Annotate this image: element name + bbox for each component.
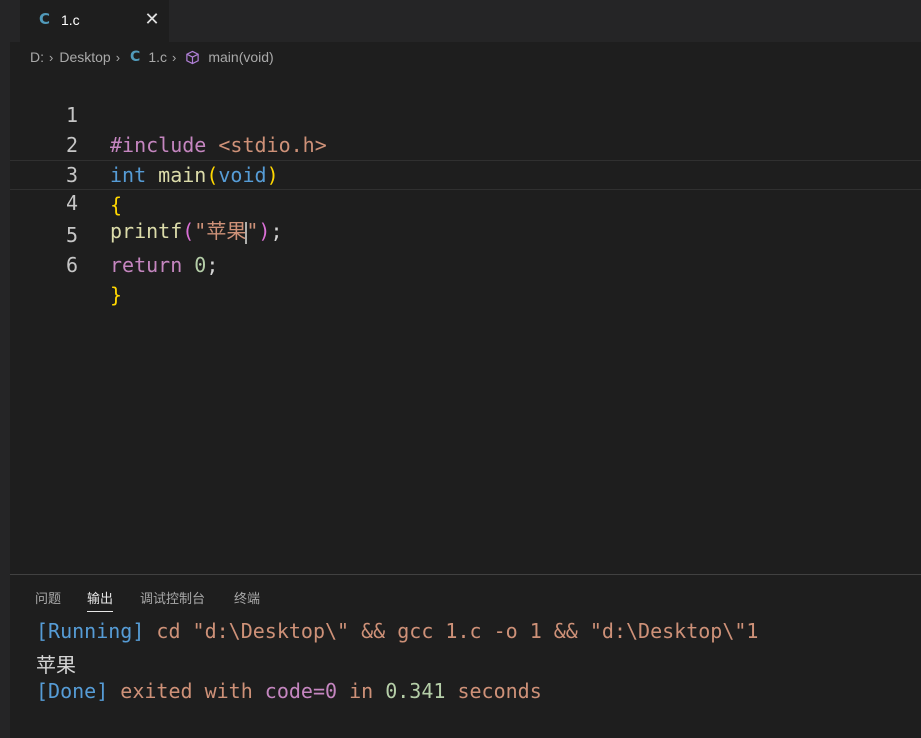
close-icon[interactable]: ✕ bbox=[141, 9, 163, 31]
token-keyword: return bbox=[110, 253, 183, 277]
done-tag: [Done] bbox=[36, 679, 109, 703]
token-number: 0 bbox=[194, 253, 207, 277]
breadcrumb-file[interactable]: 1.c bbox=[148, 49, 167, 65]
code-line[interactable]: 6 } bbox=[10, 220, 921, 307]
code-text[interactable]: return 0; bbox=[110, 250, 218, 280]
code-line[interactable]: 3 { bbox=[10, 130, 921, 217]
code-line[interactable]: 1 #include <stdio.h> bbox=[10, 70, 921, 157]
tab-terminal[interactable]: 终端 bbox=[234, 588, 260, 607]
running-tag: [Running] bbox=[36, 619, 145, 643]
code-editor[interactable]: 1 #include <stdio.h> 2 int main(void) 3 … bbox=[10, 70, 921, 572]
done-text: exited with bbox=[108, 679, 265, 703]
tab-problems[interactable]: 问题 bbox=[35, 588, 61, 607]
c-file-icon: C bbox=[39, 10, 51, 28]
editor-tab-bar: C 1.c ✕ bbox=[10, 0, 921, 42]
breadcrumb-folder[interactable]: Desktop bbox=[59, 49, 110, 65]
done-text: seconds bbox=[445, 679, 542, 703]
exit-code: code=0 bbox=[264, 679, 338, 703]
run-command: cd "d:\Desktop\" && gcc 1.c -o 1 && "d:\… bbox=[144, 619, 759, 643]
output-view[interactable]: [Running] cd "d:\Desktop\" && gcc 1.c -o… bbox=[36, 619, 916, 709]
token-brace: } bbox=[110, 283, 123, 307]
code-line-current[interactable]: 4 printf("苹果"); bbox=[10, 160, 921, 244]
elapsed-time: 0.341 bbox=[385, 679, 446, 703]
token-semicolon: ; bbox=[206, 253, 219, 277]
line-number: 6 bbox=[65, 253, 78, 277]
code-line[interactable]: 2 int main(void) bbox=[10, 100, 921, 187]
chevron-right-icon: › bbox=[115, 49, 121, 65]
output-line-running: [Running] cd "d:\Desktop\" && gcc 1.c -o… bbox=[36, 619, 916, 649]
done-text: in bbox=[337, 679, 386, 703]
c-file-icon: C bbox=[130, 49, 141, 65]
chevron-right-icon: › bbox=[172, 49, 177, 65]
breadcrumb: D: › Desktop › C 1.c › main(void) bbox=[30, 46, 274, 68]
bottom-panel: 问题 输出 调试控制台 终端 [Running] cd "d:\Desktop\… bbox=[10, 574, 921, 738]
chevron-right-icon: › bbox=[49, 49, 54, 65]
output-line-done: [Done] exited with code=0 in 0.341 secon… bbox=[36, 679, 916, 709]
activity-edge bbox=[0, 0, 10, 738]
breadcrumb-drive[interactable]: D: bbox=[30, 49, 44, 65]
code-text[interactable]: } bbox=[110, 280, 122, 310]
tab-output[interactable]: 输出 bbox=[87, 588, 114, 612]
breadcrumb-symbol[interactable]: main(void) bbox=[208, 49, 273, 65]
tab-label: 1.c bbox=[61, 12, 80, 28]
tab-1c[interactable]: C 1.c ✕ bbox=[20, 0, 169, 42]
method-cube-icon bbox=[186, 50, 200, 64]
panel-tabs: 问题 输出 调试控制台 终端 bbox=[10, 575, 921, 615]
output-line-program: 苹果 bbox=[36, 653, 76, 677]
vscode-window: C 1.c ✕ D: › Desktop › C 1.c › main(void… bbox=[0, 0, 921, 738]
tab-debug-console[interactable]: 调试控制台 bbox=[140, 588, 205, 607]
code-line[interactable]: 5 return 0; bbox=[10, 190, 921, 277]
